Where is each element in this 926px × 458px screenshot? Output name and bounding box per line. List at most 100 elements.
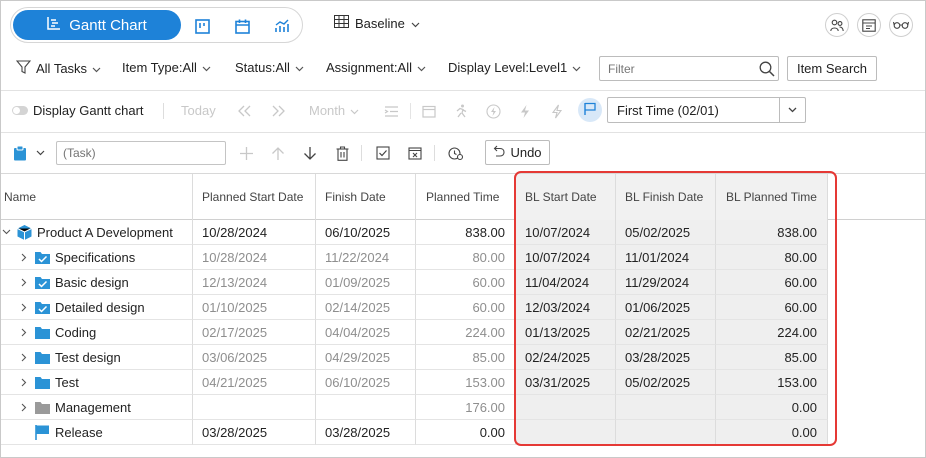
double-chevron-left-icon[interactable] <box>234 101 254 121</box>
top-bar: Gantt Chart Baseline <box>1 1 925 49</box>
chevron-right-icon[interactable] <box>19 320 29 345</box>
chevron-right-icon[interactable] <box>19 370 29 395</box>
table-row[interactable]: Test design 03/06/2025 04/29/2025 85.00 … <box>1 345 925 370</box>
bl-finish-cell: 03/28/2025 <box>616 345 716 370</box>
gantt-toolbar: Display Gantt chart Today Month First Ti… <box>1 95 925 127</box>
lightning-icon[interactable] <box>515 101 535 121</box>
today-button[interactable]: Today <box>181 103 216 118</box>
glasses-icon[interactable] <box>889 13 913 37</box>
milestone-flag-icon <box>34 424 51 441</box>
table-row[interactable]: Release 03/28/2025 03/28/2025 0.00 0.00 <box>1 420 925 445</box>
column-header-name[interactable]: Name <box>1 174 193 220</box>
filter-input[interactable] <box>599 56 779 81</box>
chevron-down-icon[interactable] <box>1 220 11 245</box>
search-icon[interactable] <box>759 61 775 80</box>
report-view-icon[interactable] <box>273 17 291 35</box>
divider <box>1 90 925 91</box>
gantt-chart-view-button[interactable]: Gantt Chart <box>13 10 181 40</box>
column-header-planned-start[interactable]: Planned Start Date <box>193 174 316 220</box>
clock-settings-icon[interactable] <box>446 143 466 163</box>
calendar-cross-icon[interactable] <box>405 143 425 163</box>
table-row[interactable]: Coding 02/17/2025 04/04/2025 224.00 01/1… <box>1 320 925 345</box>
folder-check-icon <box>34 249 51 266</box>
item-type-filter[interactable]: Item Type:All <box>122 60 211 75</box>
status-label: Status:All <box>235 60 290 75</box>
bl-finish-cell <box>616 420 716 445</box>
bl-finish-cell: 05/02/2025 <box>616 370 716 395</box>
planned-time-cell: 176.00 <box>416 395 516 420</box>
display-gantt-label: Display Gantt chart <box>33 103 144 118</box>
display-level-filter[interactable]: Display Level:Level1 <box>448 60 581 75</box>
table-row[interactable]: Management 176.00 0.00 <box>1 395 925 420</box>
bl-planned-time-cell: 85.00 <box>716 345 828 370</box>
planned-start-cell: 02/17/2025 <box>193 320 316 345</box>
indent-list-icon[interactable] <box>381 101 401 121</box>
chevron-right-icon[interactable] <box>19 270 29 295</box>
table-row[interactable]: Basic design 12/13/2024 01/09/2025 60.00… <box>1 270 925 295</box>
baseline-label: Baseline <box>355 15 405 31</box>
baseline-dropdown[interactable]: Baseline <box>334 15 420 31</box>
name-cell: Test <box>1 370 193 395</box>
trash-icon[interactable] <box>332 143 352 163</box>
task-name: Specifications <box>55 250 136 265</box>
table-row[interactable]: Test 04/21/2025 06/10/2025 153.00 03/31/… <box>1 370 925 395</box>
divider <box>163 103 164 119</box>
all-tasks-filter[interactable]: All Tasks <box>15 60 101 77</box>
undo-button[interactable]: Undo <box>485 140 550 165</box>
assignment-filter[interactable]: Assignment:All <box>326 60 426 75</box>
clipboard-icon[interactable] <box>10 143 30 163</box>
lightning-circle-icon[interactable] <box>483 101 503 121</box>
chevron-down-icon[interactable] <box>30 143 50 163</box>
planned-start-cell: 12/13/2024 <box>193 270 316 295</box>
column-header-finish[interactable]: Finish Date <box>316 174 416 220</box>
column-header-bl-start[interactable]: BL Start Date <box>516 174 616 220</box>
finish-cell: 03/28/2025 <box>316 420 416 445</box>
status-filter[interactable]: Status:All <box>235 60 304 75</box>
finish-cell: 11/22/2024 <box>316 245 416 270</box>
column-header-bl-finish[interactable]: BL Finish Date <box>616 174 716 220</box>
display-gantt-toggle[interactable] <box>12 106 28 115</box>
settings-panel-icon[interactable] <box>857 13 881 37</box>
finish-cell <box>316 395 416 420</box>
undo-label: Undo <box>510 145 542 160</box>
arrow-down-icon[interactable] <box>300 143 320 163</box>
planned-time-cell: 0.00 <box>416 420 516 445</box>
chevron-right-icon[interactable] <box>19 295 29 320</box>
planned-start-cell: 10/28/2024 <box>193 245 316 270</box>
month-scale-dropdown[interactable]: Month <box>309 103 359 118</box>
calendar-view-icon[interactable] <box>233 17 251 35</box>
column-header-bl-planned-time[interactable]: BL Planned Time <box>716 174 828 220</box>
table-row[interactable]: Detailed design 01/10/2025 02/14/2025 60… <box>1 295 925 320</box>
calendar-icon[interactable] <box>419 101 439 121</box>
item-search-button[interactable]: Item Search <box>787 56 877 81</box>
column-header-planned-time[interactable]: Planned Time <box>416 174 516 220</box>
lightning-outline-icon[interactable] <box>547 101 567 121</box>
planned-start-cell: 03/06/2025 <box>193 345 316 370</box>
chevron-right-icon[interactable] <box>19 245 29 270</box>
chevron-down-icon <box>417 60 426 75</box>
baseline-flag-button[interactable] <box>578 98 602 122</box>
table-row[interactable]: Specifications 10/28/2024 11/22/2024 80.… <box>1 245 925 270</box>
table-row[interactable]: Product A Development 10/28/2024 06/10/2… <box>1 220 925 245</box>
arrow-up-icon[interactable] <box>268 143 288 163</box>
chevron-down-icon <box>92 61 101 76</box>
undo-icon <box>493 145 506 160</box>
members-icon[interactable] <box>825 13 849 37</box>
runner-icon[interactable] <box>451 101 471 121</box>
chevron-down-icon <box>350 103 359 118</box>
check-box-icon[interactable] <box>373 143 393 163</box>
plus-icon[interactable] <box>236 143 256 163</box>
bl-start-cell: 02/24/2025 <box>516 345 616 370</box>
finish-cell: 02/14/2025 <box>316 295 416 320</box>
chevron-right-icon[interactable] <box>19 345 29 370</box>
chevron-down-icon[interactable] <box>779 98 805 122</box>
double-chevron-right-icon[interactable] <box>269 101 289 121</box>
bl-planned-time-cell: 60.00 <box>716 270 828 295</box>
finish-cell: 06/10/2025 <box>316 370 416 395</box>
task-name: Product A Development <box>37 225 173 240</box>
board-view-icon[interactable] <box>193 17 211 35</box>
task-name-input[interactable] <box>56 141 226 165</box>
chevron-right-icon[interactable] <box>19 395 29 420</box>
bl-planned-time-cell: 60.00 <box>716 295 828 320</box>
baseline-select[interactable]: First Time (02/01) <box>607 97 806 123</box>
